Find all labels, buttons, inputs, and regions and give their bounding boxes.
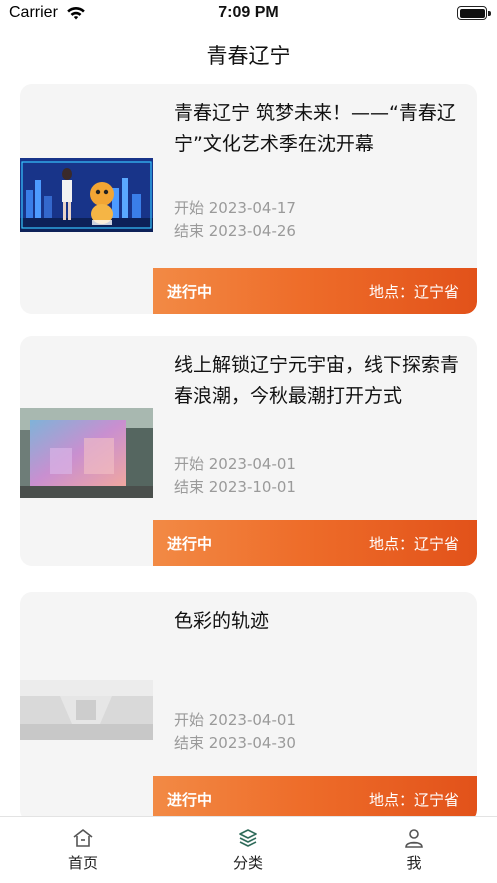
event-location: 地点：辽宁省: [368, 283, 459, 301]
event-status-bar: 进行中 地点：辽宁省: [153, 268, 477, 314]
event-end-date: 结束 2023-04-30: [174, 734, 296, 752]
event-title: 青春辽宁 筑梦未来！——“青春辽宁”文化艺术季在沈开幕: [174, 102, 456, 155]
tab-me-label: 我: [406, 854, 422, 872]
tab-home-label: 首页: [67, 854, 98, 872]
event-location: 地点：辽宁省: [368, 535, 459, 553]
layers-icon: [239, 829, 257, 847]
event-location: 地点：辽宁省: [368, 791, 459, 809]
battery-icon: [457, 6, 491, 20]
event-thumbnail: [20, 158, 153, 232]
page-title: 青春辽宁: [206, 44, 291, 68]
event-card[interactable]: 线上解锁辽宁元宇宙，线下探索青春浪潮，今秋最潮打开方式 开始 2023-04-0…: [20, 336, 477, 566]
clock: 7:09 PM: [218, 4, 279, 21]
status-bar: Carrier 7:09 PM: [0, 0, 497, 28]
event-status: 进行中: [167, 791, 213, 809]
home-icon: [73, 829, 93, 847]
event-card[interactable]: 青春辽宁 筑梦未来！——“青春辽宁”文化艺术季在沈开幕 开始 2023-04-1…: [20, 84, 477, 314]
event-thumbnail: [20, 680, 153, 740]
event-status-bar: 进行中 地点：辽宁省: [153, 520, 477, 566]
user-icon: [405, 829, 423, 848]
event-end-date: 结束 2023-10-01: [174, 478, 296, 496]
event-start-date: 开始 2023-04-17: [174, 199, 296, 217]
event-status: 进行中: [167, 535, 213, 553]
tab-category[interactable]: 分类: [188, 827, 308, 873]
event-status: 进行中: [167, 283, 213, 301]
tab-bar: 首页 分类 我: [0, 816, 497, 883]
event-card[interactable]: 色彩的轨迹 开始 2023-04-01 结束 2023-04-30 进行中 地点…: [20, 592, 477, 822]
event-title: 色彩的轨迹: [174, 610, 270, 632]
tab-home[interactable]: 首页: [23, 827, 143, 873]
event-title: 线上解锁辽宁元宇宙，线下探索青春浪潮，今秋最潮打开方式: [174, 354, 459, 407]
tab-category-label: 分类: [232, 854, 263, 872]
event-thumbnail: [20, 408, 153, 498]
event-start-date: 开始 2023-04-01: [174, 455, 296, 473]
event-start-date: 开始 2023-04-01: [174, 711, 296, 729]
event-end-date: 结束 2023-04-26: [174, 222, 296, 240]
tab-me[interactable]: 我: [354, 827, 474, 873]
